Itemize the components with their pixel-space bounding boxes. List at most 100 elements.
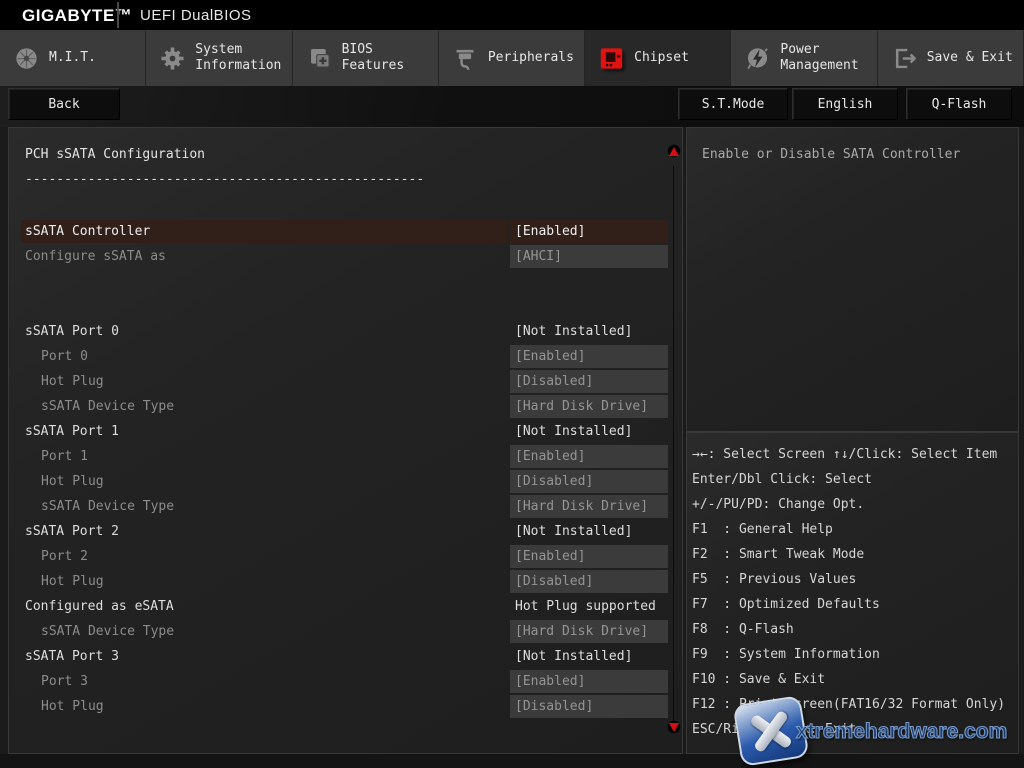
row-spacer <box>9 269 684 294</box>
setting-row[interactable]: sSATA Controller[Enabled] <box>9 219 684 244</box>
tab-label: Peripherals <box>488 50 574 66</box>
setting-value[interactable]: [Not Installed] <box>510 520 668 543</box>
bios-features-icon <box>306 45 333 72</box>
setting-value[interactable]: [Not Installed] <box>510 320 668 343</box>
setting-row[interactable]: Port 3[Enabled] <box>9 669 684 694</box>
tab-label: System Information <box>195 42 291 74</box>
st-mode-button[interactable]: S.T.Mode <box>678 88 788 120</box>
title-divider: ----------------------------------------… <box>25 172 424 187</box>
setting-row[interactable]: Hot Plug[Disabled] <box>9 694 684 719</box>
setting-row[interactable]: Configure sSATA as[AHCI] <box>9 244 684 269</box>
back-button[interactable]: Back <box>8 88 120 120</box>
setting-value[interactable]: [Enabled] <box>510 345 668 368</box>
power-management-icon <box>744 45 771 72</box>
setting-row[interactable]: Hot Plug[Disabled] <box>9 569 684 594</box>
tab-mit[interactable]: M.I.T. <box>0 30 146 86</box>
tab-save-exit[interactable]: Save & Exit <box>878 30 1024 86</box>
help-key-line: F5 : Previous Values <box>692 567 1018 592</box>
q-flash-button[interactable]: Q-Flash <box>906 88 1012 120</box>
setting-label[interactable]: Hot Plug <box>21 370 523 393</box>
help-key-line: F10 : Save & Exit <box>692 667 1018 692</box>
setting-label[interactable]: sSATA Port 1 <box>21 420 507 443</box>
setting-label[interactable]: Hot Plug <box>21 470 523 493</box>
settings-list: sSATA Controller[Enabled]Configure sSATA… <box>9 219 684 719</box>
setting-value[interactable]: [Disabled] <box>510 370 668 393</box>
setting-row[interactable]: Port 2[Enabled] <box>9 544 684 569</box>
setting-value[interactable]: [Disabled] <box>510 570 668 593</box>
setting-row[interactable]: sSATA Device Type[Hard Disk Drive] <box>9 394 684 419</box>
setting-label[interactable]: Hot Plug <box>21 570 523 593</box>
chipset-icon <box>598 45 625 72</box>
top-bar: GIGABYTE™ UEFI DualBIOS <box>0 0 1024 30</box>
help-key-line: Enter/Dbl Click: Select <box>692 467 1018 492</box>
setting-value[interactable]: [AHCI] <box>510 245 668 268</box>
bios-screen: GIGABYTE™ UEFI DualBIOS M.I.T. System Inf… <box>0 0 1024 768</box>
scroll-down-icon[interactable] <box>666 720 682 734</box>
help-key-line: F2 : Smart Tweak Mode <box>692 542 1018 567</box>
scrollbar-track[interactable] <box>673 166 674 726</box>
language-button[interactable]: English <box>792 88 898 120</box>
setting-row[interactable]: sSATA Device Type[Hard Disk Drive] <box>9 494 684 519</box>
peripherals-icon <box>452 45 479 72</box>
brand-divider <box>117 2 119 28</box>
tab-peripherals[interactable]: Peripherals <box>439 30 585 86</box>
help-keys: →←: Select Screen ↑↓/Click: Select ItemE… <box>692 442 1018 742</box>
setting-row[interactable]: sSATA Port 2[Not Installed] <box>9 519 684 544</box>
setting-value[interactable]: [Not Installed] <box>510 420 668 443</box>
help-key-line: F9 : System Information <box>692 642 1018 667</box>
setting-row[interactable]: sSATA Port 0[Not Installed] <box>9 319 684 344</box>
gigabyte-logo: GIGABYTE™ <box>22 6 132 26</box>
setting-value[interactable]: Hot Plug supported <box>510 595 668 618</box>
setting-value[interactable]: [Not Installed] <box>510 645 668 668</box>
save-exit-icon <box>891 45 918 72</box>
tab-label: Power Management <box>780 42 876 74</box>
tab-system-information[interactable]: System Information <box>146 30 292 86</box>
setting-value[interactable]: [Hard Disk Drive] <box>510 620 668 643</box>
tab-label: M.I.T. <box>49 50 96 66</box>
bottom-strip <box>0 754 1024 768</box>
setting-value[interactable]: [Hard Disk Drive] <box>510 395 668 418</box>
setting-row[interactable]: sSATA Device Type[Hard Disk Drive] <box>9 619 684 644</box>
setting-label[interactable]: Port 1 <box>21 445 523 468</box>
settings-panel: PCH sSATA Configuration ----------------… <box>8 127 683 754</box>
watermark-text: xtremehardware.com <box>796 720 1007 744</box>
setting-label[interactable]: sSATA Device Type <box>21 495 523 518</box>
setting-label[interactable]: Port 3 <box>21 670 523 693</box>
setting-label[interactable]: Port 0 <box>21 345 523 368</box>
row-spacer <box>9 294 684 319</box>
setting-label[interactable]: sSATA Port 2 <box>21 520 507 543</box>
scroll-up-icon[interactable] <box>666 144 682 158</box>
setting-label[interactable]: Port 2 <box>21 545 523 568</box>
setting-row[interactable]: Port 0[Enabled] <box>9 344 684 369</box>
system-information-icon <box>159 45 186 72</box>
help-key-line: →←: Select Screen ↑↓/Click: Select Item <box>692 442 1018 467</box>
setting-row[interactable]: Port 1[Enabled] <box>9 444 684 469</box>
setting-row[interactable]: Hot Plug[Disabled] <box>9 369 684 394</box>
tab-power-management[interactable]: Power Management <box>731 30 877 86</box>
toolbar-row: Back S.T.Mode English Q-Flash <box>0 86 1024 127</box>
setting-value[interactable]: [Enabled] <box>510 220 668 243</box>
item-help-text: Enable or Disable SATA Controller <box>702 147 960 162</box>
tab-bios-features[interactable]: BIOS Features <box>293 30 439 86</box>
setting-value[interactable]: [Hard Disk Drive] <box>510 495 668 518</box>
setting-label[interactable]: sSATA Device Type <box>21 395 523 418</box>
setting-value[interactable]: [Enabled] <box>510 670 668 693</box>
setting-row[interactable]: sSATA Port 3[Not Installed] <box>9 644 684 669</box>
setting-label[interactable]: sSATA Port 3 <box>21 645 507 668</box>
setting-row[interactable]: Hot Plug[Disabled] <box>9 469 684 494</box>
key-legend-panel: →←: Select Screen ↑↓/Click: Select ItemE… <box>686 432 1019 754</box>
setting-row[interactable]: Configured as eSATAHot Plug supported <box>9 594 684 619</box>
setting-row[interactable]: sSATA Port 1[Not Installed] <box>9 419 684 444</box>
setting-label[interactable]: Configure sSATA as <box>21 245 507 268</box>
setting-value[interactable]: [Disabled] <box>510 695 668 718</box>
setting-label[interactable]: sSATA Controller <box>21 220 507 243</box>
setting-value[interactable]: [Enabled] <box>510 545 668 568</box>
setting-value[interactable]: [Enabled] <box>510 445 668 468</box>
setting-label[interactable]: sSATA Device Type <box>21 620 523 643</box>
setting-label[interactable]: Configured as eSATA <box>21 595 507 618</box>
setting-value[interactable]: [Disabled] <box>510 470 668 493</box>
help-key-line: F7 : Optimized Defaults <box>692 592 1018 617</box>
setting-label[interactable]: Hot Plug <box>21 695 523 718</box>
tab-chipset[interactable]: Chipset <box>585 30 731 86</box>
setting-label[interactable]: sSATA Port 0 <box>21 320 507 343</box>
